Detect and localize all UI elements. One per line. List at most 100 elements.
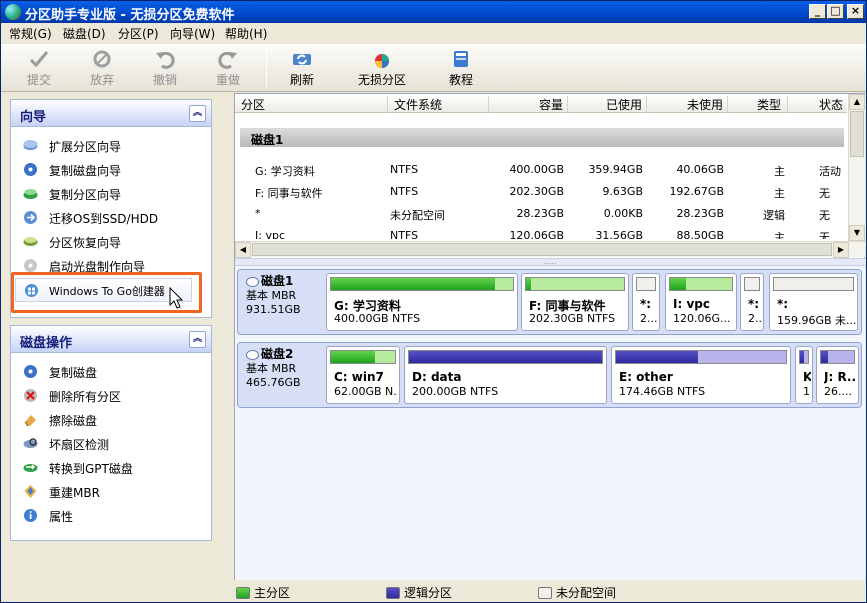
column-free[interactable]: 未使用 [647,96,728,113]
wizard-migrate-os[interactable]: 迁移OS到SSD/HDD [20,208,206,228]
wizard-group-header[interactable]: 向导 ︽ [11,100,211,127]
cell-free: 28.23GB [676,207,724,220]
partition-size: 174.46GB NTFS [619,385,706,398]
lossless-partition-button[interactable]: 无损分区 [353,49,411,89]
partition-block[interactable]: *: 159.96GB 未... [769,273,858,331]
table-row[interactable]: G: 学习资料 NTFS 400.00GB 359.94GB 40.06GB 主 活动 [235,159,847,181]
refresh-button[interactable]: 刷新 [285,49,319,89]
chevron-up-icon[interactable]: ︽ [189,331,206,348]
partition-size: 200.00GB NTFS [412,385,499,398]
legend-bar: 主分区 逻辑分区 未分配空间 [234,580,865,602]
pane-splitter[interactable]: ..... [235,258,865,266]
menu-disk[interactable]: 磁盘(D) [63,25,106,42]
column-capacity[interactable]: 容量 [489,96,568,113]
disk-kind: 基本 MBR [246,362,297,375]
wizard-extend-partition[interactable]: 扩展分区向导 [20,136,206,156]
legend-logical: 逻辑分区 [386,584,452,601]
discard-button[interactable]: 放弃 [85,49,119,89]
partition-block[interactable]: D: data 200.00GB NTFS [404,346,607,404]
partition-block[interactable]: *:2... [632,273,660,331]
undo-button[interactable]: 撤销 [148,49,182,89]
logical-swatch [386,587,400,599]
partition-block[interactable]: G: 学习资料 400.00GB NTFS [326,273,518,331]
wizard-copy-partition[interactable]: 复制分区向导 [20,184,206,204]
partition-block[interactable]: I: vpc 120.06G... [665,273,737,331]
scroll-left-icon[interactable]: ◀ [235,242,251,258]
partition-size: 1 [803,385,810,398]
toolbar-separator [266,49,267,87]
horizontal-scrollbar[interactable]: ◀ ▶ [235,241,865,258]
app-window: 分区助手专业版 - 无损分区免费软件 _ □ × 常规(G) 磁盘(D) 分区(… [0,0,867,603]
diskop-bad-sector[interactable]: 坏扇区检测 [20,434,206,454]
disk-operations-header[interactable]: 磁盘操作 ︽ [11,326,211,353]
column-status[interactable]: 状态 [788,96,847,113]
cell-name: I: vpc [255,229,285,239]
disk-panel[interactable]: 磁盘2 基本 MBR 465.76GB C: win7 62.00GB N... D: d… [237,342,862,408]
disk-kind: 基本 MBR [246,289,297,302]
scroll-right-icon[interactable]: ▶ [833,242,849,258]
usage-bar [615,350,787,364]
diskop-rebuild-mbr[interactable]: 重建MBR [20,482,206,502]
partition-block[interactable]: J: R... 26.... [816,346,859,404]
cell-used: 359.94GB [588,163,643,176]
partition-block[interactable]: C: win7 62.00GB N... [326,346,400,404]
extend-partition-icon [23,140,38,150]
column-filesystem[interactable]: 文件系统 [394,96,489,113]
disk-size: 931.51GB [246,303,301,316]
partition-size: 26.... [824,385,852,398]
disk-group-row[interactable]: 磁盘1 [240,128,844,147]
menu-wizard[interactable]: 向导(W) [170,25,215,42]
scroll-thumb[interactable] [850,111,864,157]
maximize-button[interactable]: □ [827,4,844,19]
cell-cap: 400.00GB [509,163,564,176]
chevron-up-icon[interactable]: ︽ [189,105,206,122]
partition-name: I: vpc [673,297,710,311]
title-bar[interactable]: 分区助手专业版 - 无损分区免费软件 _ □ × [1,1,866,23]
app-logo-icon [5,4,21,20]
usage-bar [669,277,733,291]
menu-partition[interactable]: 分区(P) [118,25,159,42]
copy-disk-icon [24,163,37,176]
column-used[interactable]: 已使用 [568,96,647,113]
partition-block[interactable]: *:2... [740,273,764,331]
column-partition[interactable]: 分区 [241,96,388,113]
partition-size: 2... [748,312,762,325]
wizard-partition-recovery[interactable]: 分区恢复向导 [20,232,206,252]
diskop-convert-gpt[interactable]: 转换到GPT磁盘 [20,458,206,478]
scroll-thumb-horizontal[interactable] [252,243,832,256]
cell-type: 逻辑 [763,209,785,222]
partition-name: *: [777,297,789,311]
diskop-delete-all[interactable]: 删除所有分区 [20,386,206,406]
disk-panel[interactable]: 磁盘1 基本 MBR 931.51GB G: 学习资料 400.00GB NTFS F: … [237,269,862,335]
partition-block[interactable]: K1 [795,346,813,404]
cell-used: 31.56GB [595,229,643,239]
vertical-scrollbar[interactable]: ▲ ▼ [848,94,865,241]
close-button[interactable]: × [847,4,864,19]
wizard-copy-disk[interactable]: 复制磁盘向导 [20,160,206,180]
cell-status: 无 [819,209,830,222]
partition-block[interactable]: F: 同事与软件 202.30GB NTFS [521,273,629,331]
table-row[interactable]: * 未分配空间 28.23GB 0.00KB 28.23GB 逻辑 无 [235,203,847,225]
partition-size: 120.06G... [673,312,731,325]
partition-name: J: R... [824,370,857,384]
redo-button[interactable]: 重做 [211,49,245,89]
usage-bar [820,350,855,364]
column-type[interactable]: 类型 [728,96,788,113]
table-row[interactable]: I: vpc NTFS 120.06GB 31.56GB 88.50GB 主 无 [235,225,847,239]
disk-size: 465.76GB [246,376,301,389]
table-row[interactable]: F: 同事与软件 NTFS 202.30GB 9.63GB 192.67GB 主 无 [235,181,847,203]
usage-bar [799,350,809,364]
menu-general[interactable]: 常规(G) [9,25,52,42]
scroll-up-icon[interactable]: ▲ [849,94,865,110]
scroll-down-icon[interactable]: ▼ [849,225,865,241]
diskop-wipe-disk[interactable]: 擦除磁盘 [20,410,206,430]
partition-recovery-icon [23,237,38,246]
diskop-properties[interactable]: 属性 [20,506,206,526]
tutorial-button[interactable]: 教程 [446,49,476,89]
minimize-button[interactable]: _ [809,4,826,19]
commit-button[interactable]: 提交 [23,49,55,89]
diskop-copy-disk[interactable]: 复制磁盘 [20,362,206,382]
menu-help[interactable]: 帮助(H) [225,25,267,42]
partition-block[interactable]: E: other 174.46GB NTFS [611,346,791,404]
refresh-icon [293,54,311,65]
